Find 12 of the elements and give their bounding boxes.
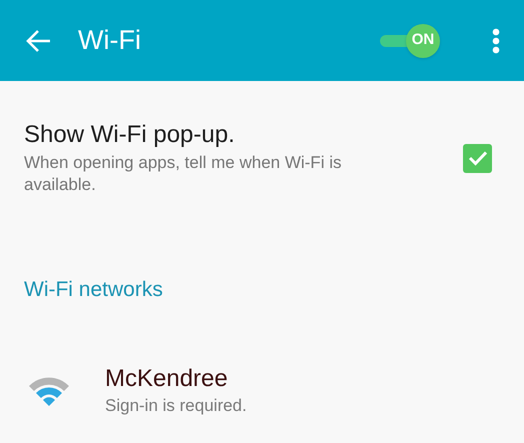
back-arrow-icon[interactable] — [26, 28, 52, 52]
network-name: McKendree — [105, 364, 229, 394]
wifi-signal-icon — [27, 376, 71, 406]
network-item[interactable]: McKendree Sign-in is required. — [0, 306, 524, 418]
network-status: Sign-in is required. — [105, 394, 247, 416]
popup-checkbox[interactable] — [463, 144, 492, 172]
check-icon — [468, 150, 488, 166]
more-options-icon[interactable] — [492, 28, 500, 54]
setting-description: When opening apps, tell me when Wi-Fi is available. — [24, 152, 342, 196]
section-header: Wi-Fi networks — [24, 278, 163, 301]
setting-title: Show Wi-Fi pop-up. — [24, 120, 236, 150]
screen-title: Wi-Fi — [78, 24, 141, 58]
